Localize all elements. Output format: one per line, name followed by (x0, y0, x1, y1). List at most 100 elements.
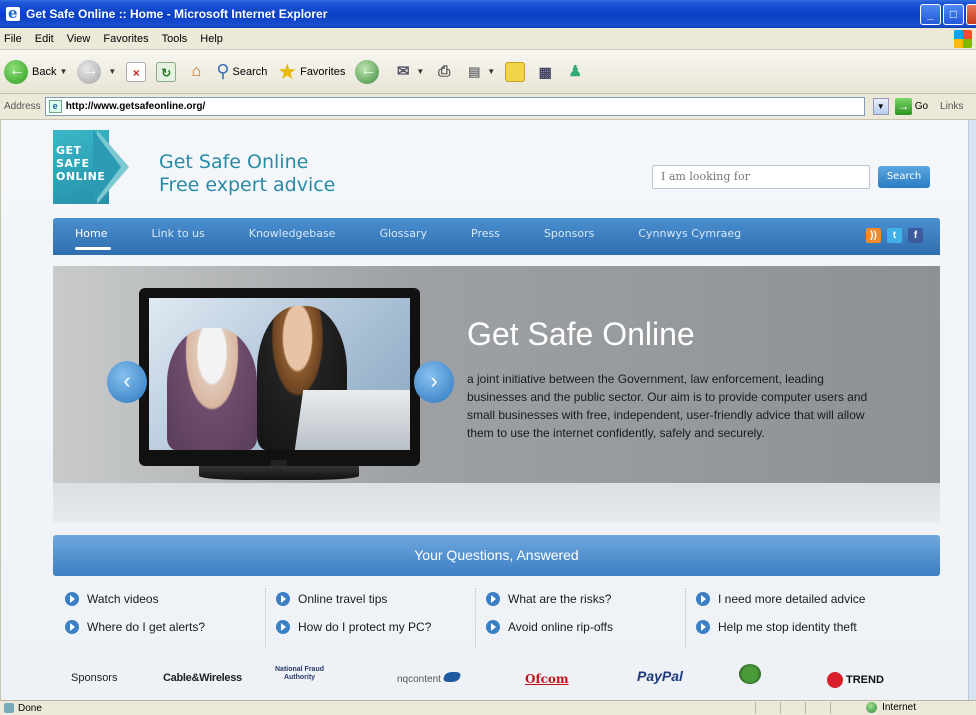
nq-logo-icon (441, 672, 462, 682)
menu-edit[interactable]: Edit (35, 33, 54, 45)
facebook-icon[interactable]: f (908, 228, 923, 243)
forward-dropdown-icon[interactable]: ▼ (108, 67, 116, 76)
sponsor-paypal[interactable]: PayPal (637, 668, 683, 684)
question-text: How do I protect my PC? (298, 620, 432, 634)
play-bullet-icon (696, 620, 710, 634)
question-text: I need more detailed advice (718, 592, 866, 606)
print-button[interactable]: ⎙ (434, 62, 454, 82)
question-link[interactable]: Help me stop identity theft (696, 616, 935, 644)
address-label: Address (4, 101, 41, 112)
sponsor-nqcontent[interactable]: nqcontent (397, 672, 462, 685)
tv-screen-photo (149, 298, 410, 450)
tv-image (139, 288, 420, 466)
title-bar: Get Safe Online :: Home - Microsoft Inte… (0, 0, 976, 28)
trend-ball-icon (827, 672, 843, 688)
stop-button[interactable]: × (126, 61, 147, 82)
research-button[interactable]: ▦ (535, 62, 555, 82)
sponsor-tree-logo-icon[interactable] (739, 664, 761, 687)
forward-button[interactable]: ▼ (77, 59, 116, 84)
nav-glossary[interactable]: Glossary (357, 218, 449, 255)
question-link[interactable]: What are the risks? (486, 588, 685, 616)
menu-favorites[interactable]: Favorites (103, 33, 148, 45)
address-dropdown-icon[interactable]: ▼ (872, 98, 889, 115)
close-button[interactable] (966, 4, 976, 25)
research-icon: ▦ (538, 63, 552, 80)
nav-press[interactable]: Press (449, 218, 522, 255)
mail-button[interactable]: ✉ ▼ (393, 62, 424, 82)
carousel-next-button[interactable]: › (414, 361, 454, 403)
question-text: Online travel tips (298, 592, 388, 606)
vertical-scrollbar[interactable] (968, 120, 976, 700)
maximize-button[interactable]: □ (943, 4, 964, 25)
nfa-line1: National Fraud (275, 666, 325, 673)
question-link[interactable]: How do I protect my PC? (276, 616, 475, 644)
question-text: Help me stop identity theft (718, 620, 857, 634)
security-zone: Internet (866, 702, 916, 713)
go-button[interactable]: Go (915, 101, 928, 112)
menu-tools[interactable]: Tools (162, 33, 188, 45)
question-link[interactable]: Where do I get alerts? (65, 616, 275, 644)
search-button[interactable]: Search (878, 166, 930, 188)
brand-title: Get Safe Online (159, 151, 309, 173)
site-search: I am looking for Search (644, 157, 940, 201)
page-icon: e (48, 100, 62, 113)
search-toolbar-button[interactable]: ⚲ Search (216, 61, 267, 82)
zone-text: Internet (882, 702, 916, 713)
status-bar: Done Internet (0, 700, 976, 715)
discuss-button[interactable] (505, 61, 526, 82)
nav-link-to-us[interactable]: Link to us (129, 218, 226, 255)
menu-help[interactable]: Help (200, 33, 223, 45)
links-button[interactable]: Links (940, 101, 963, 112)
logo-line-online: ONLINE (56, 170, 106, 183)
hero-description: a joint initiative between the Governmen… (467, 372, 868, 440)
search-input[interactable]: I am looking for (652, 165, 870, 189)
messenger-button[interactable]: ♟ (565, 62, 585, 82)
sponsor-trend-micro[interactable]: TREND (827, 672, 884, 688)
home-button[interactable]: ⌂ (186, 62, 206, 82)
back-button[interactable]: Back ▼ (4, 59, 67, 84)
question-link[interactable]: I need more detailed advice (696, 588, 935, 616)
play-bullet-icon (486, 592, 500, 606)
questions-column: Watch videos Where do I get alerts? (65, 588, 275, 648)
back-label: Back (32, 65, 57, 78)
menu-bar: File Edit View Favorites Tools Help (0, 28, 976, 50)
mail-icon: ✉ (397, 62, 410, 80)
page-viewport: GET SAFE ONLINE Get Safe Online Free exp… (0, 120, 976, 700)
minimize-button[interactable]: _ (920, 4, 941, 25)
sponsors-label: Sponsors (71, 672, 118, 684)
media-icon (355, 59, 380, 84)
tv-stand (199, 466, 359, 480)
edit-button[interactable]: ▤ ▼ (464, 62, 495, 82)
menu-view[interactable]: View (67, 33, 91, 45)
hero-carousel: ‹ › Get Safe Online a joint initiative b… (53, 266, 940, 523)
site-logo[interactable]: GET SAFE ONLINE (53, 130, 137, 204)
question-link[interactable]: Avoid online rip-offs (486, 616, 685, 644)
go-arrow-icon[interactable]: → (894, 98, 912, 115)
address-input[interactable]: e http://www.getsafeonline.org/ (44, 97, 865, 116)
hero-title: Get Safe Online (467, 316, 695, 352)
nav-home[interactable]: Home (53, 218, 129, 255)
mail-dropdown-icon[interactable]: ▼ (416, 67, 424, 76)
sponsor-cable-wireless[interactable]: Cable&Wireless (163, 672, 242, 684)
rss-icon[interactable]: )) (866, 228, 881, 243)
question-link[interactable]: Watch videos (65, 588, 275, 616)
sponsor-ofcom[interactable]: Ofcom (525, 672, 569, 686)
nav-knowledgebase[interactable]: Knowledgebase (227, 218, 358, 255)
carousel-prev-button[interactable]: ‹ (107, 361, 147, 403)
question-text: Where do I get alerts? (87, 620, 206, 634)
nav-sponsors[interactable]: Sponsors (522, 218, 616, 255)
favorites-button[interactable]: ★ Favorites (277, 59, 345, 85)
menu-file[interactable]: File (4, 33, 22, 45)
print-icon: ⎙ (438, 62, 451, 80)
edit-dropdown-icon[interactable]: ▼ (487, 67, 495, 76)
question-link[interactable]: Online travel tips (276, 588, 475, 616)
sponsors-strip: Sponsors Cable&Wireless National Fraud A… (53, 660, 940, 700)
media-button[interactable] (355, 59, 383, 84)
twitter-icon[interactable]: t (887, 228, 902, 243)
folder-icon (505, 61, 526, 82)
nav-cynnwys-cymraeg[interactable]: Cynnwys Cymraeg (616, 218, 763, 255)
back-dropdown-icon[interactable]: ▼ (59, 67, 67, 76)
search-toolbar-label: Search (232, 65, 268, 78)
sponsor-national-fraud-authority[interactable]: National Fraud Authority (275, 666, 324, 682)
refresh-button[interactable]: ↻ (156, 61, 177, 82)
